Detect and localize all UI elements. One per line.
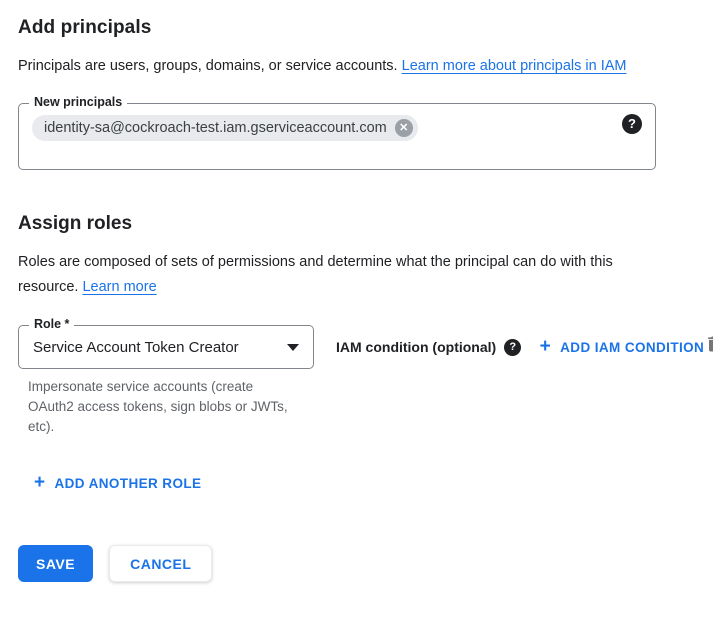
cancel-button[interactable]: CANCEL bbox=[109, 545, 212, 582]
add-iam-condition-label: ADD IAM CONDITION bbox=[560, 340, 704, 355]
principal-chip[interactable]: identity-sa@cockroach-test.iam.gservicea… bbox=[32, 115, 418, 141]
plus-icon: + bbox=[34, 475, 46, 491]
delete-icon bbox=[704, 333, 713, 355]
roles-description: Roles are composed of sets of permission… bbox=[18, 250, 618, 300]
role-column: Role * Service Account Token Creator Imp… bbox=[18, 325, 314, 437]
role-row: Role * Service Account Token Creator Imp… bbox=[18, 325, 695, 437]
learn-more-roles-link[interactable]: Learn more bbox=[82, 279, 156, 295]
plus-icon: + bbox=[540, 339, 552, 355]
add-iam-condition-button[interactable]: + ADD IAM CONDITION bbox=[540, 339, 705, 355]
principals-help-icon[interactable]: ? bbox=[622, 114, 642, 134]
add-another-role-button[interactable]: + ADD ANOTHER ROLE bbox=[34, 475, 201, 491]
principals-description: Principals are users, groups, domains, o… bbox=[18, 54, 678, 79]
role-dropdown[interactable]: Role * Service Account Token Creator bbox=[18, 325, 314, 369]
page-title: Add principals bbox=[18, 16, 695, 40]
iam-condition-help-icon[interactable]: ? bbox=[504, 339, 521, 356]
learn-more-principals-link[interactable]: Learn more about principals in IAM bbox=[402, 58, 627, 74]
save-button[interactable]: SAVE bbox=[18, 545, 93, 582]
dialog-actions: SAVE CANCEL bbox=[18, 545, 695, 582]
role-selected-value: Service Account Token Creator bbox=[33, 339, 239, 356]
iam-condition-header: IAM condition (optional) ? bbox=[336, 339, 521, 356]
dropdown-arrow-icon bbox=[287, 344, 299, 351]
role-helper-text: Impersonate service accounts (create OAu… bbox=[28, 377, 290, 437]
delete-role-button[interactable] bbox=[704, 333, 713, 360]
role-label: Role * bbox=[29, 317, 74, 331]
new-principals-field[interactable]: New principals identity-sa@cockroach-tes… bbox=[18, 103, 656, 170]
new-principals-label: New principals bbox=[29, 95, 127, 109]
add-another-role-label: ADD ANOTHER ROLE bbox=[55, 476, 202, 491]
principals-description-text: Principals are users, groups, domains, o… bbox=[18, 58, 398, 74]
assign-roles-title: Assign roles bbox=[18, 212, 695, 236]
iam-condition-label: IAM condition (optional) bbox=[336, 339, 496, 355]
chip-remove-icon[interactable]: ✕ bbox=[395, 119, 413, 137]
iam-condition-column: IAM condition (optional) ? + ADD IAM CON… bbox=[336, 325, 704, 357]
principal-chip-text: identity-sa@cockroach-test.iam.gservicea… bbox=[44, 120, 387, 136]
add-principals-panel: Add principals Principals are users, gro… bbox=[0, 0, 713, 604]
